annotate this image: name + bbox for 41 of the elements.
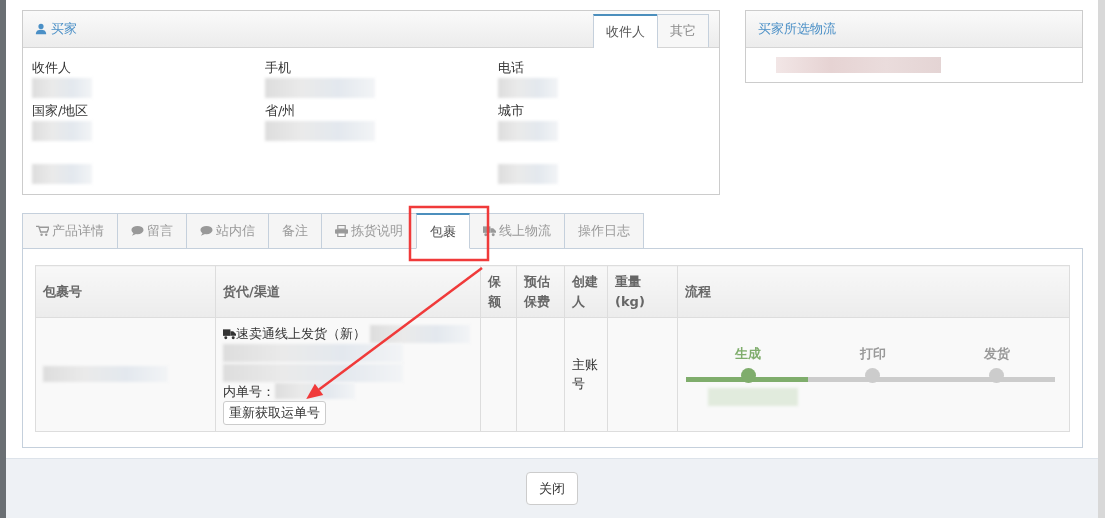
field-label: 城市 [498, 102, 525, 120]
field-label: 收件人 [32, 59, 72, 77]
field-label: 省/州 [265, 102, 297, 120]
truck-icon [483, 225, 496, 237]
print-icon [335, 225, 348, 237]
tab[interactable]: 操作日志 [564, 213, 644, 249]
column-header: 保额 [480, 265, 517, 318]
step-dot [740, 367, 756, 383]
panel-tab[interactable]: 其它 [656, 14, 709, 47]
field-label: 手机 [265, 59, 292, 77]
column-header: 重量(kg) [607, 265, 678, 318]
column-header: 预估保费 [516, 265, 565, 318]
truck-icon [223, 327, 236, 340]
field-label: 国家/地区 [32, 102, 90, 120]
cart-icon [36, 225, 49, 237]
close-button[interactable]: 关闭 [526, 471, 578, 506]
creator-text: 主账号 [572, 356, 598, 392]
step-label: 发货 [983, 345, 1010, 364]
panel-tab[interactable]: 收件人 [592, 14, 658, 48]
refetch-button[interactable]: 重新获取运单号 [223, 401, 326, 425]
tab[interactable]: 产品详情 [22, 213, 118, 249]
field-label: 电话 [498, 59, 525, 77]
step-label: 打印 [859, 345, 886, 364]
comment-icon [200, 225, 213, 237]
panel-title: 买家 [51, 20, 77, 39]
column-header: 创建人 [564, 265, 608, 318]
column-header: 包裹号 [35, 265, 216, 318]
field-label: 内单号： [223, 382, 275, 401]
tab[interactable]: 留言 [117, 213, 187, 249]
tab[interactable]: 包裹 [416, 213, 470, 249]
tab[interactable]: 站内信 [186, 213, 269, 249]
tab[interactable]: 备注 [268, 213, 322, 249]
tab[interactable]: 线上物流 [469, 213, 565, 249]
comment-icon [131, 225, 144, 237]
tab[interactable]: 拣货说明 [321, 213, 417, 249]
step-label: 生成 [735, 345, 762, 364]
user-icon [35, 23, 47, 35]
panel-title: 买家所选物流 [757, 20, 836, 39]
column-header: 流程 [677, 265, 1070, 318]
column-header: 货代/渠道 [215, 265, 481, 318]
channel-name: 速卖通线上发货（新） [236, 325, 366, 343]
